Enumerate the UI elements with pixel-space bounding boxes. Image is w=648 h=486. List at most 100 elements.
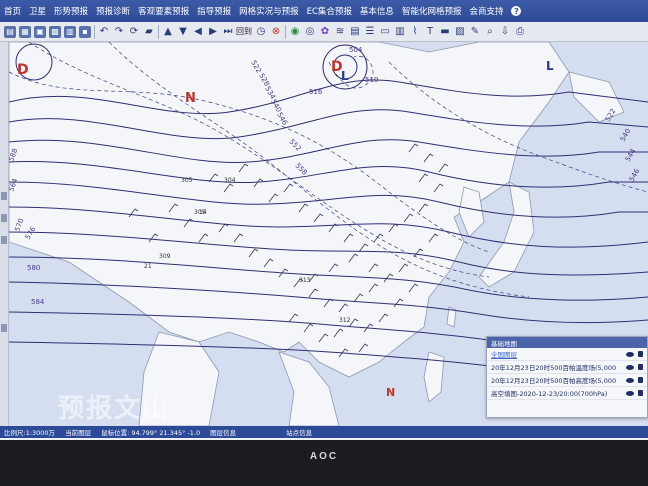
menu-guidance-forecast[interactable]: 指导预报 [193, 5, 235, 17]
stop-icon[interactable]: ⊗ [270, 26, 282, 38]
left-tool-strip [0, 42, 9, 426]
station-value: 14 [199, 209, 207, 216]
station-value: 304 [224, 177, 236, 184]
stack-icon[interactable]: ≋ [334, 26, 346, 38]
refresh-icon[interactable]: ⟳ [128, 26, 140, 38]
bars-icon[interactable]: ▥ [394, 26, 406, 38]
pen-icon[interactable]: ✎ [469, 26, 481, 38]
contour-label: 584 [31, 298, 45, 306]
arrow-up-icon[interactable]: ▲ [162, 26, 174, 38]
menu-home[interactable]: 首页 [0, 5, 25, 17]
layer-panel: 基础地图 全国图层 20年12月23日20时500百帕温度场(5,000 20年… [486, 336, 648, 418]
status-layer-info: 图层信息 [210, 429, 237, 437]
table-icon[interactable]: ▤ [349, 26, 361, 38]
side-tool-button[interactable] [1, 324, 7, 332]
station-value: 21 [144, 263, 152, 270]
arrow-right-icon[interactable]: ▶ [207, 26, 219, 38]
toolbar-divider [285, 24, 286, 39]
eye-icon[interactable] [626, 351, 634, 357]
layer-row-label: 20年12月23日20时500百帕高度场(5,000 [491, 377, 617, 385]
menu-pattern-forecast[interactable]: 形势预报 [50, 5, 92, 17]
arrow-left-icon[interactable]: ◀ [192, 26, 204, 38]
eye-icon[interactable] [626, 390, 634, 396]
menu-grid-observation[interactable]: 网格实况与预报 [235, 5, 303, 17]
layer-row-label: 20年12月23日20时500百帕温度场(5,000 [491, 364, 617, 372]
menu-ec-ensemble[interactable]: EC集合预报 [303, 5, 356, 17]
target-icon[interactable]: ◎ [304, 26, 316, 38]
menu-basic-info[interactable]: 基本信息 [356, 5, 398, 17]
zoom-icon[interactable]: ⌕ [484, 26, 496, 38]
menu-smart-grid[interactable]: 智能化网格预报 [398, 5, 466, 17]
menu-satellite[interactable]: 卫星 [25, 5, 50, 17]
station-value: 305 [181, 177, 193, 184]
contour-label: 580 [27, 264, 40, 272]
layer-row-label: 全国图层 [491, 351, 517, 359]
document-icon[interactable]: ▭ [379, 26, 391, 38]
status-bar: 比例尺:1:3000万 当前图层 鼠标位置: 94.799° 21.345° -… [0, 426, 648, 438]
layer-row-height[interactable]: 20年12月23日20时500百帕高度场(5,000 [487, 374, 647, 387]
side-tool-button[interactable] [1, 192, 7, 200]
status-station-info: 站点信息 [286, 429, 313, 437]
low-label-d: D [17, 62, 29, 78]
low-label-l: L [341, 69, 349, 83]
image-icon[interactable]: ▣ [34, 25, 46, 38]
lock-icon[interactable] [638, 351, 643, 357]
undo-icon[interactable]: ↶ [98, 26, 110, 38]
station-value: 313 [299, 277, 311, 284]
map-icon[interactable]: ▦ [19, 25, 31, 38]
watermark: 预报文山 [58, 394, 171, 424]
redo-icon[interactable]: ↷ [113, 26, 125, 38]
list-icon[interactable]: ☰ [364, 26, 376, 38]
layer-row-temperature[interactable]: 20年12月23日20时500百帕温度场(5,000 [487, 361, 647, 374]
export-icon[interactable]: ⇩ [499, 26, 511, 38]
layers-icon[interactable]: ▤ [4, 25, 16, 38]
text-icon[interactable]: T [424, 26, 436, 38]
globe-icon[interactable]: ◉ [289, 26, 301, 38]
menu-objective-elements[interactable]: 客观要素预报 [134, 5, 193, 17]
chart-icon[interactable]: ▥ [64, 25, 76, 38]
status-scale: 比例尺:1:3000万 [4, 429, 56, 437]
help-icon[interactable]: ? [511, 6, 522, 16]
folder-icon[interactable]: ▰ [143, 26, 155, 38]
menu-bar: 首页 卫星 形势预报 预报诊断 客观要素预报 指导预报 网格实况与预报 EC集合… [0, 0, 648, 22]
menu-consultation[interactable]: 会商支持 [465, 5, 507, 17]
eye-icon[interactable] [626, 364, 634, 370]
monitor-brand-logo: AOC [309, 451, 339, 462]
status-cursor-position: 鼠标位置: 94.799° 21.345° -1.0 [101, 429, 201, 437]
eye-icon[interactable] [626, 377, 634, 383]
skip-icon[interactable]: ⏭ [222, 26, 234, 38]
contour-label: 504 [349, 46, 363, 54]
ruler-icon[interactable]: ▬ [439, 26, 451, 38]
save-icon[interactable]: ▪ [79, 25, 91, 38]
app-screen: 首页 卫星 形势预报 预报诊断 客观要素预报 指导预报 网格实况与预报 EC集合… [0, 0, 648, 440]
contour-label: 516 [309, 88, 323, 96]
picture-icon[interactable]: ▨ [454, 26, 466, 38]
clock-icon[interactable]: ◷ [255, 26, 267, 38]
lock-icon[interactable] [638, 377, 643, 383]
reset-label[interactable]: 回到 [236, 26, 252, 37]
line-chart-icon[interactable]: ⌇ [409, 26, 421, 38]
status-current-layer: 当前图层 [65, 429, 92, 437]
layer-panel-title: 基础地图 [487, 337, 647, 348]
station-value: 309 [159, 253, 171, 260]
low-label-l: L [546, 59, 554, 73]
station-value: 312 [339, 317, 351, 324]
print-icon[interactable]: ⎙ [514, 26, 526, 38]
side-tool-button[interactable] [1, 214, 7, 222]
high-label-n: N [386, 386, 395, 399]
layer-row-national[interactable]: 全国图层 [487, 348, 647, 361]
layer-row-upper-air[interactable]: 高空填图-2020-12-23/20:00(700hPa) [487, 387, 647, 400]
menu-forecast-diagnosis[interactable]: 预报诊断 [92, 5, 134, 17]
layer-row-label: 高空填图-2020-12-23/20:00(700hPa) [491, 390, 608, 398]
toolbar-divider [94, 24, 95, 39]
lock-icon[interactable] [638, 364, 643, 370]
arrow-down-icon[interactable]: ▼ [177, 26, 189, 38]
high-label-n: N [185, 91, 196, 106]
toolbar: ▤ ▦ ▣ ▩ ▥ ▪ ↶ ↷ ⟳ ▰ ▲ ▼ ◀ ▶ ⏭ 回到 ◷ ⊗ ◉ ◎… [0, 22, 648, 42]
toolbar-divider [158, 24, 159, 39]
contour-label: 510 [365, 76, 378, 84]
grid-icon[interactable]: ▩ [49, 25, 61, 38]
side-tool-button[interactable] [1, 236, 7, 244]
palette-icon[interactable]: ✿ [319, 26, 331, 38]
lock-icon[interactable] [638, 390, 643, 396]
